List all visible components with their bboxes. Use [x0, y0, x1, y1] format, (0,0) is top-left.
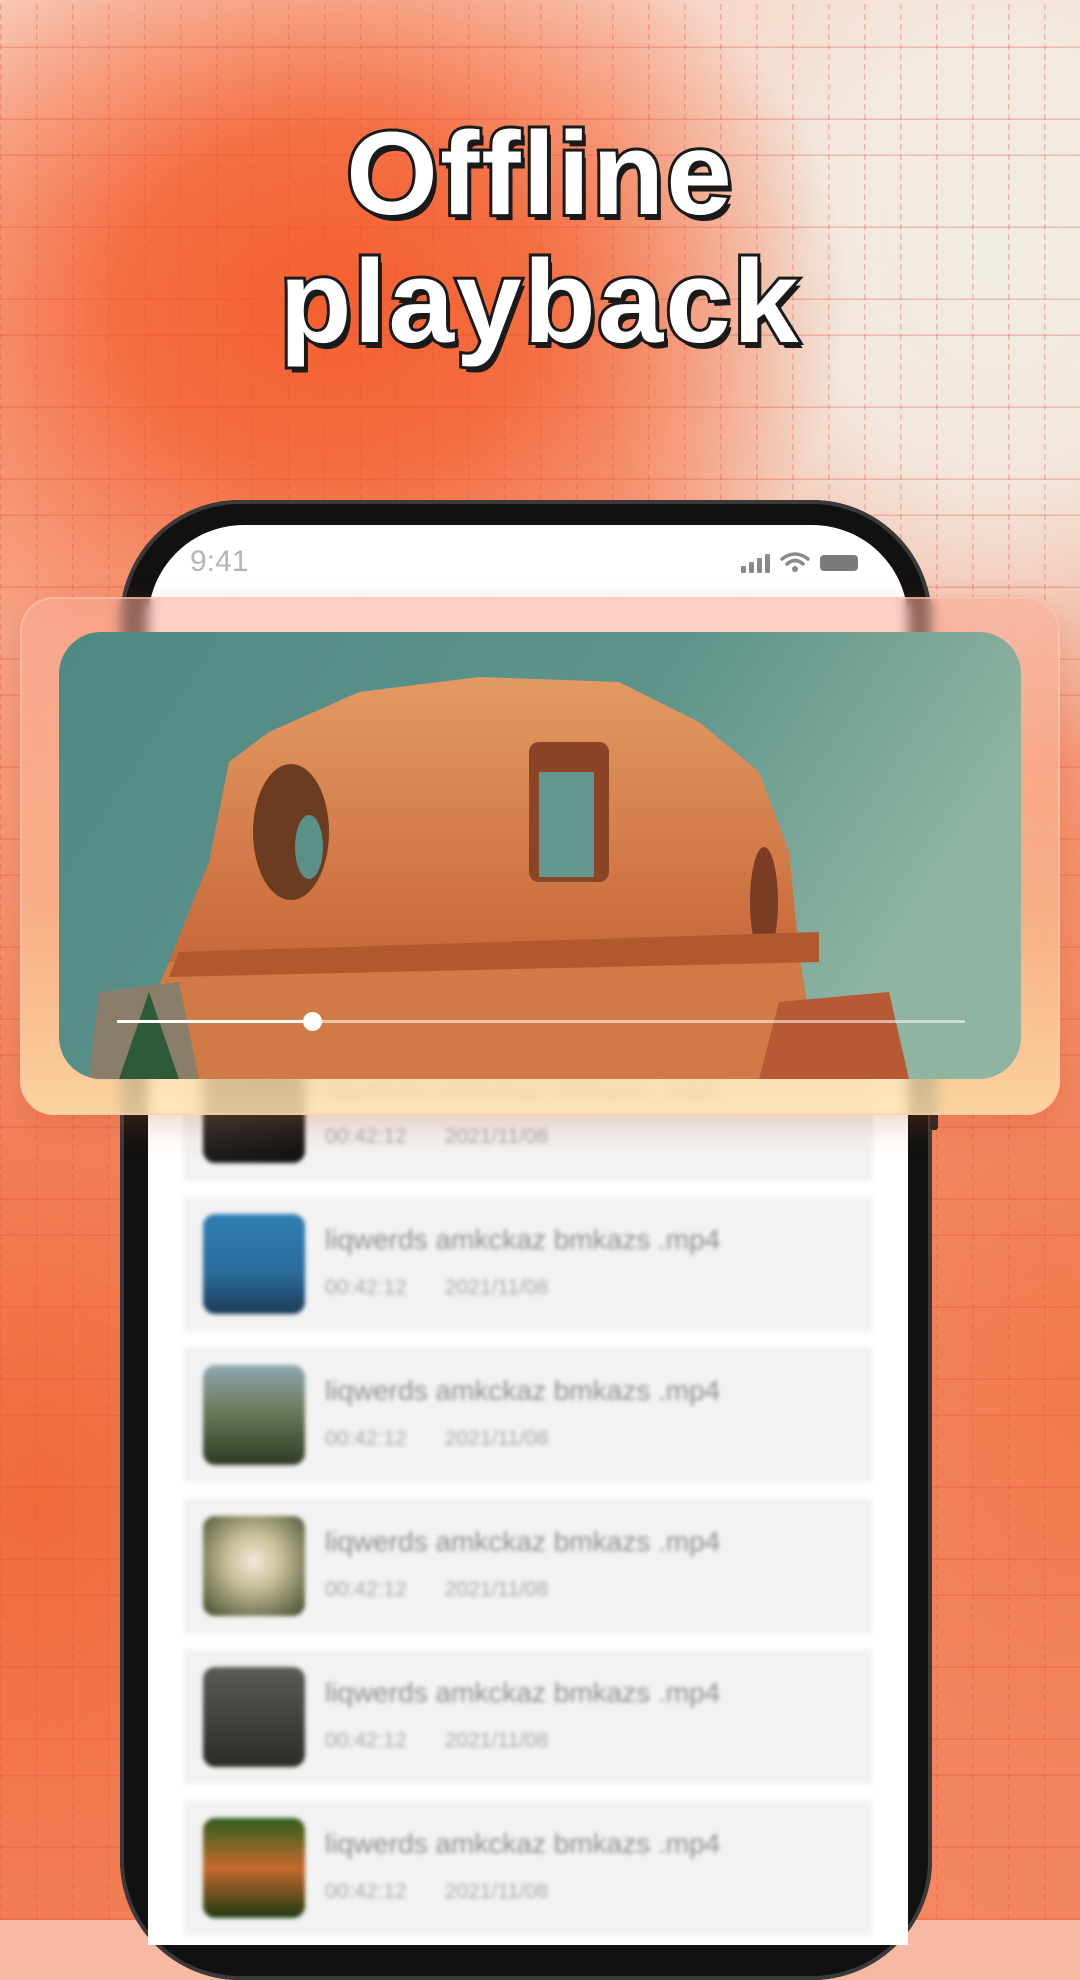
file-meta: 00:42:12 2021/11/08 [325, 1880, 586, 1904]
file-meta: 00:42:12 2021/11/08 [325, 1276, 586, 1300]
seek-progress [117, 1020, 313, 1023]
signal-icon [741, 551, 770, 573]
file-name: liqwerds amkckaz bmkazs .mp4 [325, 1224, 721, 1255]
video-thumbnail [203, 1818, 305, 1918]
file-duration: 00:42:12 [325, 1276, 407, 1299]
video-thumbnail [203, 1214, 305, 1314]
headline-line-1: Offline [343, 107, 735, 241]
file-duration: 00:42:12 [325, 1729, 407, 1752]
seek-handle[interactable] [303, 1012, 323, 1031]
file-meta: 00:42:12 2021/11/08 [325, 1729, 586, 1753]
wifi-icon [780, 552, 810, 572]
status-time: 9:41 [190, 545, 249, 578]
file-duration: 00:42:12 [325, 1427, 407, 1450]
list-item[interactable]: liqwerds amkckaz bmkazs .mp4 00:42:12 2021… [183, 1347, 873, 1483]
video-frame [59, 632, 1021, 1079]
file-duration: 00:42:12 [325, 1125, 407, 1148]
file-name: liqwerds amkckaz bmkazs .mp4 [325, 1375, 721, 1406]
file-date: 2021/11/08 [444, 1880, 549, 1903]
list-item[interactable]: liqwerds amkckaz bmkazs .mp4 00:42:12 2021… [183, 1800, 873, 1936]
list-item[interactable]: liqwerds amkckaz bmkazs .mp4 00:42:12 2021… [183, 1498, 873, 1634]
file-date: 2021/11/08 [444, 1578, 549, 1601]
file-date: 2021/11/08 [444, 1427, 549, 1450]
file-date: 2021/11/08 [444, 1276, 549, 1299]
file-duration: 00:42:12 [325, 1578, 407, 1601]
file-date: 2021/11/08 [444, 1729, 549, 1752]
file-duration: 00:42:12 [325, 1880, 407, 1903]
file-name: liqwerds amkckaz bmkazs .mp4 [325, 1828, 721, 1859]
video-thumbnail [203, 1516, 305, 1616]
battery-icon [820, 555, 858, 571]
file-meta: 00:42:12 2021/11/08 [325, 1578, 586, 1602]
file-date: 2021/11/08 [444, 1125, 549, 1148]
list-item[interactable]: liqwerds amkckaz bmkazs .mp4 00:42:12 2021… [183, 1196, 873, 1332]
file-name: liqwerds amkckaz bmkazs .mp4 [325, 1677, 721, 1708]
video-list: liqwerds amkckaz bmkazs .mp4 00:42:12 2021… [183, 1045, 873, 1951]
file-meta: 00:42:12 2021/11/08 [325, 1427, 586, 1451]
video-thumbnail [203, 1667, 305, 1767]
headline-line-2: playback [276, 235, 801, 369]
headline: Offline playback [0, 107, 1080, 369]
video-thumbnail [203, 1365, 305, 1465]
video-player[interactable] [59, 632, 1021, 1079]
file-name: liqwerds amkckaz bmkazs .mp4 [325, 1526, 721, 1557]
status-bar: 9:41 [148, 525, 908, 595]
list-item[interactable]: liqwerds amkckaz bmkazs .mp4 00:42:12 2021… [183, 1649, 873, 1785]
file-meta: 00:42:12 2021/11/08 [325, 1125, 586, 1149]
status-icons [741, 551, 858, 573]
